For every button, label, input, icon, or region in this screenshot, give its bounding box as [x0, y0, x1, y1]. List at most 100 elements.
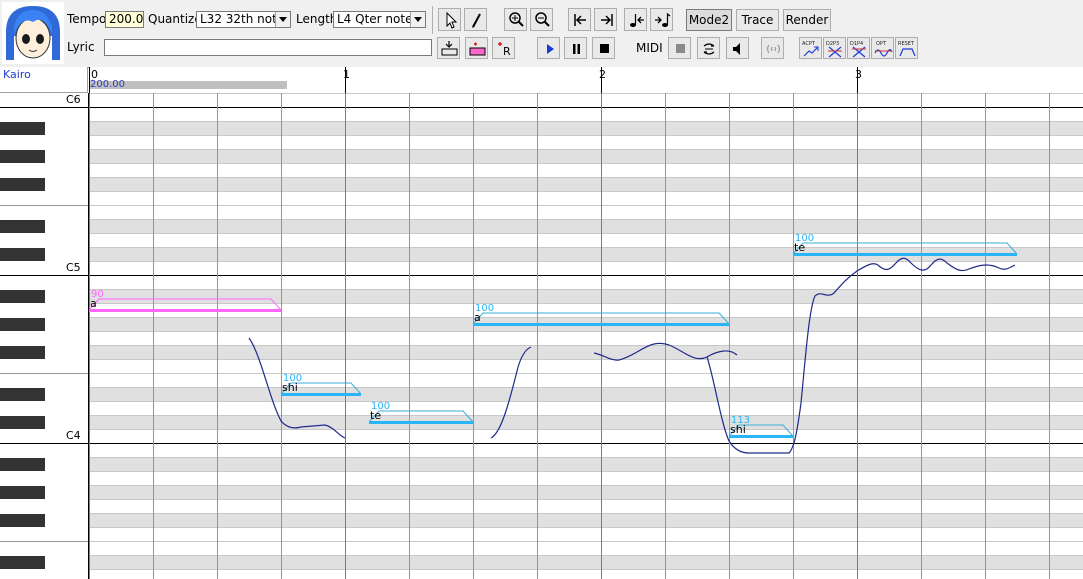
pitch-row	[89, 135, 1083, 149]
select-tool-button[interactable]	[438, 8, 461, 31]
d1p4-icon: D1P4	[850, 41, 866, 58]
play-button[interactable]	[537, 37, 560, 59]
measure-tick	[89, 67, 90, 93]
toolbar: Tempo 200.0 Quantize L32 32th note Lengt…	[0, 0, 1083, 68]
black-key[interactable]	[0, 458, 45, 471]
black-key[interactable]	[0, 416, 45, 429]
go-to-end-button[interactable]	[594, 8, 617, 31]
black-key[interactable]	[0, 346, 45, 359]
mode2-button[interactable]: Mode2	[686, 9, 732, 31]
trace-button[interactable]: Trace	[736, 9, 779, 31]
octave-label-c4: C4	[66, 429, 81, 442]
skip-end-icon	[601, 14, 613, 26]
record-button[interactable]	[668, 37, 691, 59]
black-key[interactable]	[0, 556, 45, 569]
pencil-icon	[472, 13, 481, 28]
lyric-label: Lyric	[67, 40, 95, 54]
pitch-row	[89, 513, 1083, 527]
loop-icon	[766, 44, 781, 54]
zoom-out-button[interactable]	[530, 8, 553, 31]
sync-button[interactable]	[697, 37, 720, 59]
black-key[interactable]	[0, 122, 45, 135]
pitch-row	[89, 429, 1083, 443]
shorten-note-button[interactable]	[624, 8, 647, 31]
measure-label: 1	[343, 68, 350, 81]
note-lyric: shi	[730, 423, 746, 436]
piano-roll[interactable]: 90a100shi100te100a113shi100te	[89, 93, 1083, 579]
pitch-row	[89, 205, 1083, 219]
tempo-input[interactable]: 200.0	[105, 11, 144, 28]
note-lyric: te	[370, 409, 381, 422]
black-key[interactable]	[0, 486, 45, 499]
play-icon	[547, 44, 554, 54]
insert-pink-note-button[interactable]	[465, 37, 488, 59]
speaker-button[interactable]	[726, 37, 749, 59]
pitch-row	[89, 499, 1083, 513]
black-key[interactable]	[0, 150, 45, 163]
loop-button[interactable]	[761, 37, 784, 59]
measure-label: 3	[855, 68, 862, 81]
toolbar-separator	[432, 6, 433, 34]
pitch-row	[89, 387, 1083, 401]
render-button[interactable]: Render	[783, 9, 831, 31]
insert-note-button[interactable]	[437, 37, 460, 59]
svg-text:ACPT: ACPT	[802, 41, 816, 47]
pitch-row	[89, 471, 1083, 485]
svg-text:D1P4: D1P4	[850, 41, 863, 47]
pitch-row	[89, 177, 1083, 191]
black-key[interactable]	[0, 248, 45, 261]
black-key[interactable]	[0, 220, 45, 233]
white-key-divider	[0, 275, 88, 276]
insert-pink-note-icon	[469, 42, 486, 56]
lyric-input[interactable]	[104, 39, 432, 56]
d2p3-button[interactable]: D2P3	[823, 37, 846, 59]
insert-rest-button[interactable]: R	[492, 37, 515, 59]
d1p4-button[interactable]: D1P4	[847, 37, 870, 59]
pitch-row	[89, 233, 1083, 247]
pitch-row	[89, 289, 1083, 303]
length-value: L4 Qter note	[337, 12, 413, 26]
pause-button[interactable]	[564, 37, 587, 59]
midi-label: MIDI	[636, 41, 663, 55]
pitch-row	[89, 485, 1083, 499]
zoom-in-icon	[509, 12, 524, 27]
piano-keyboard[interactable]: C6 C5 C4	[0, 93, 89, 579]
pitch-row	[89, 261, 1083, 275]
pitch-row	[89, 219, 1083, 233]
acpt-icon: ACPT	[802, 41, 819, 57]
tempo-label: Tempo	[67, 12, 107, 26]
reset-button[interactable]: RESET	[895, 37, 918, 59]
speaker-icon	[733, 43, 740, 55]
quantize-select[interactable]: L32 32th note	[196, 11, 291, 28]
insert-note-icon	[441, 41, 458, 56]
opt-button[interactable]: OPT	[871, 37, 894, 59]
black-key[interactable]	[0, 318, 45, 331]
pause-icon	[573, 44, 580, 54]
length-select[interactable]: L4 Qter note	[333, 11, 426, 28]
singer-avatar[interactable]	[2, 2, 64, 64]
track-name[interactable]: Kairo	[0, 67, 88, 93]
black-key[interactable]	[0, 514, 45, 527]
acpt-button[interactable]: ACPT	[799, 37, 822, 59]
black-key[interactable]	[0, 388, 45, 401]
note-bar	[793, 253, 1017, 256]
black-key[interactable]	[0, 290, 45, 303]
skip-start-icon	[574, 14, 586, 26]
go-to-start-button[interactable]	[568, 8, 591, 31]
octave-label-c5: C5	[66, 261, 81, 274]
pencil-tool-button[interactable]	[464, 8, 487, 31]
zoom-in-button[interactable]	[504, 8, 527, 31]
black-key[interactable]	[0, 178, 45, 191]
stop-button[interactable]	[592, 37, 615, 59]
timeline-ruler[interactable]: 200.00 0 1 2 3	[89, 67, 1083, 94]
note-bar	[473, 323, 729, 326]
note-lyric: a	[474, 311, 481, 324]
white-key-divider	[0, 107, 88, 108]
pitch-row	[89, 569, 1083, 579]
svg-text:OPT: OPT	[876, 41, 887, 47]
white-key-divider	[0, 373, 88, 374]
reset-icon: RESET	[898, 41, 916, 57]
cursor-arrow-icon	[446, 11, 458, 29]
extend-note-button[interactable]	[650, 8, 673, 31]
note-lyric: a	[90, 297, 97, 310]
